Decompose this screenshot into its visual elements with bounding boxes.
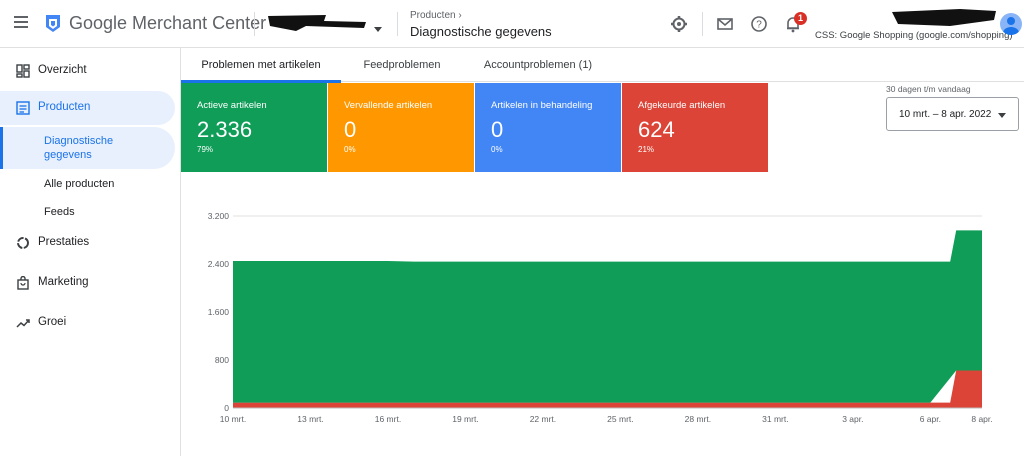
stat-label: Artikelen in behandeling	[491, 100, 593, 111]
sidebar-item-label: Groei	[38, 316, 67, 328]
stat-card-vervallende-artikelen[interactable]: Vervallende artikelen 0 0%	[328, 83, 474, 172]
stat-card-artikelen-in-behandeling[interactable]: Artikelen in behandeling 0 0%	[475, 83, 621, 172]
stat-percentage: 0%	[344, 145, 356, 154]
sidebar-item-label: Overzicht	[38, 64, 87, 76]
stat-label: Afgekeurde artikelen	[638, 100, 726, 111]
x-tick-label: 16 mrt.	[375, 414, 401, 424]
x-tick-label: 25 mrt.	[607, 414, 633, 424]
stat-value: 624	[638, 117, 675, 142]
mail-icon[interactable]	[716, 15, 734, 33]
sidebar-subitem-diagnostische-gegevens[interactable]: Diagnostische gegevens	[0, 127, 175, 169]
area-series-actieve-artikelen	[233, 230, 982, 403]
x-tick-label: 3 apr.	[842, 414, 863, 424]
user-icon	[1003, 17, 1019, 35]
sidebar-item-marketing[interactable]: Marketing	[0, 266, 175, 300]
chevron-down-icon	[998, 113, 1006, 118]
x-tick-label: 10 mrt.	[220, 414, 246, 424]
help-icon[interactable]: ?	[750, 15, 768, 33]
x-tick-label: 13 mrt.	[297, 414, 323, 424]
tab-feedproblemen[interactable]: Feedproblemen	[341, 48, 463, 82]
top-app-bar: Google Merchant Center Producten › Diagn…	[0, 0, 1024, 48]
donut-icon	[17, 237, 29, 249]
x-tick-label: 22 mrt.	[530, 414, 556, 424]
sidebar-subitem-label: Alle producten	[44, 178, 115, 190]
stat-label: Actieve artikelen	[197, 100, 267, 111]
y-tick-label: 0	[224, 403, 229, 413]
stat-percentage: 79%	[197, 145, 214, 154]
account-dropdown-icon[interactable]	[374, 27, 382, 32]
sidebar-subitem-feeds[interactable]: Feeds	[0, 200, 175, 224]
y-tick-label: 3.200	[208, 211, 230, 221]
dashboard-icon	[16, 64, 30, 78]
sidebar-item-groei[interactable]: Groei	[0, 306, 175, 340]
sidebar-item-prestaties[interactable]: Prestaties	[0, 226, 175, 260]
x-tick-label: 19 mrt.	[452, 414, 478, 424]
sidebar-item-label: Marketing	[38, 276, 89, 288]
x-tick-label: 6 apr.	[920, 414, 941, 424]
sidebar-subitem-alle-producten[interactable]: Alle producten	[0, 172, 175, 196]
y-tick-label: 1.600	[208, 307, 230, 317]
list-icon	[16, 101, 30, 115]
divider	[397, 12, 398, 36]
notification-badge: 1	[794, 12, 807, 25]
main-content: Problemen met artikelen Feedproblemen Ac…	[180, 48, 1024, 456]
y-tick-label: 800	[215, 355, 229, 365]
stat-percentage: 21%	[638, 145, 655, 154]
stat-percentage: 0%	[491, 145, 503, 154]
settings-icon[interactable]	[670, 15, 688, 33]
y-tick-label: 2.400	[208, 259, 230, 269]
x-tick-label: 8 apr.	[971, 414, 992, 424]
svg-text:?: ?	[756, 20, 762, 31]
bag-icon	[17, 276, 29, 290]
sidebar-item-label: Producten	[38, 101, 91, 113]
sidebar-item-overzicht[interactable]: Overzicht	[0, 54, 175, 88]
trending-up-icon	[16, 319, 30, 328]
stat-value: 0	[491, 117, 504, 142]
sidebar: Overzicht Producten Diagnostische gegeven…	[0, 48, 180, 456]
sidebar-item-label: Prestaties	[38, 236, 90, 248]
x-tick-label: 31 mrt.	[762, 414, 788, 424]
divider	[254, 12, 255, 36]
tab-bar: Problemen met artikelen Feedproblemen Ac…	[181, 48, 1024, 83]
date-range-select[interactable]: 10 mrt. – 8 apr. 2022	[886, 97, 1019, 131]
stat-card-afgekeurde-artikelen[interactable]: Afgekeurde artikelen 624 21%	[622, 83, 768, 172]
stat-card-actieve-artikelen[interactable]: Actieve artikelen 2.336 79%	[181, 83, 327, 172]
sidebar-subitem-label: Feeds	[44, 206, 75, 218]
account-name-redacted[interactable]	[266, 14, 370, 32]
menu-icon[interactable]	[14, 16, 28, 28]
items-area-chart: 0 800 1.600 2.400 3.200 10 mrt. 13 mrt. 16 mrt.…	[208, 211, 993, 424]
stat-value: 2.336	[197, 117, 253, 142]
sidebar-item-producten[interactable]: Producten	[0, 91, 175, 125]
divider	[702, 12, 703, 36]
date-range-value: 10 mrt. – 8 apr. 2022	[899, 109, 992, 120]
css-label: CSS: Google Shopping (google.com/shoppin…	[815, 30, 1013, 41]
x-tick-label: 28 mrt.	[685, 414, 711, 424]
app-title: Google Merchant Center	[69, 13, 267, 33]
tab-problemen-met-artikelen[interactable]: Problemen met artikelen	[181, 48, 341, 83]
user-email-redacted	[892, 9, 996, 26]
page-title: Diagnostische gegevens	[410, 24, 552, 39]
sidebar-subitem-label: Diagnostische gegevens	[44, 135, 114, 161]
stat-label: Vervallende artikelen	[344, 100, 433, 111]
stat-value: 0	[344, 117, 357, 142]
merchant-center-logo-icon	[46, 15, 60, 32]
tab-accountproblemen[interactable]: Accountproblemen (1)	[463, 48, 613, 82]
date-range-caption: 30 dagen t/m vandaag	[886, 84, 971, 94]
breadcrumb-parent[interactable]: Producten ›	[410, 10, 462, 21]
avatar[interactable]	[1000, 13, 1022, 35]
